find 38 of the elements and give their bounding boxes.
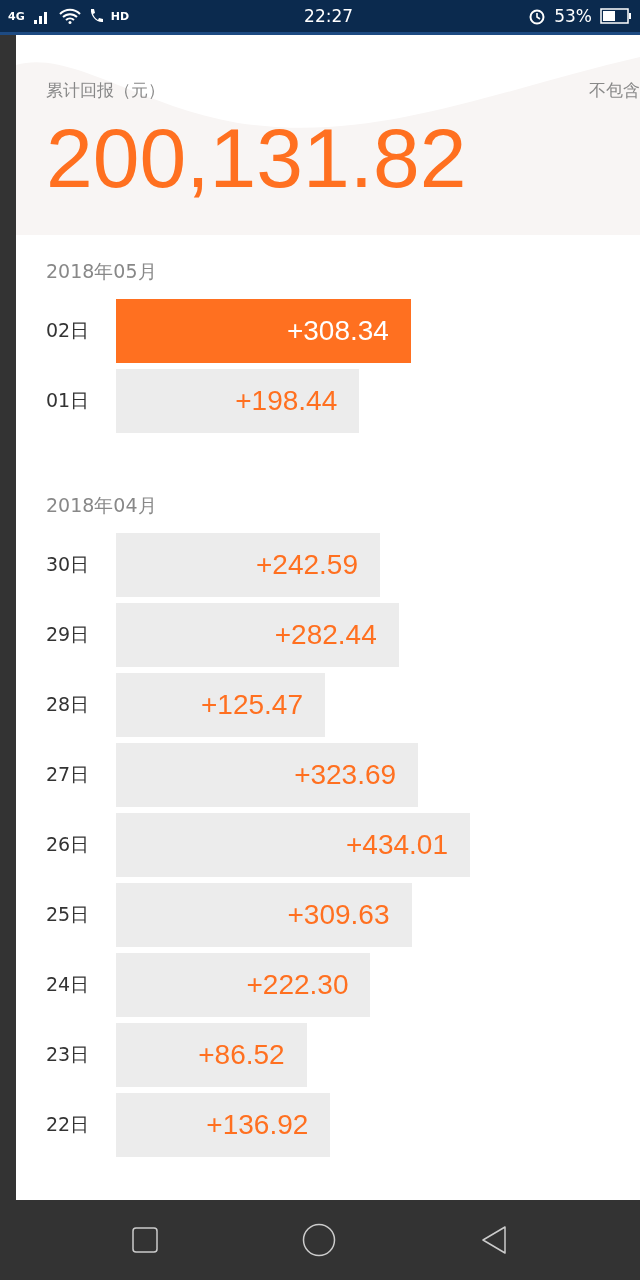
day-label: 29日 xyxy=(45,622,91,647)
month-heading: 2018年04月 xyxy=(45,493,158,518)
call-label: HD xyxy=(110,9,130,23)
total-amount: 200,131.82 xyxy=(46,116,468,200)
battery-icon xyxy=(600,8,632,24)
summary-note: 不包含 xyxy=(589,79,640,102)
recent-apps-button[interactable] xyxy=(132,1227,158,1253)
day-label: 27日 xyxy=(45,762,91,787)
day-label: 22日 xyxy=(45,1112,91,1137)
amount-bar[interactable]: +242.59 xyxy=(116,533,380,597)
amount-bar[interactable]: +86.52 xyxy=(116,1023,307,1087)
day-label: 26日 xyxy=(45,832,91,857)
amount-bar[interactable]: +125.47 xyxy=(116,673,325,737)
network-label: 4G xyxy=(8,9,25,23)
amount-bar[interactable]: +434.01 xyxy=(116,813,470,877)
alarm-icon xyxy=(528,7,547,25)
home-button[interactable] xyxy=(302,1223,336,1257)
amount-bar[interactable]: +136.92 xyxy=(116,1093,331,1157)
amount-bar[interactable]: +308.34 xyxy=(116,299,411,363)
day-label: 30日 xyxy=(45,552,91,577)
clock: 22:27 xyxy=(303,6,355,26)
phone-icon xyxy=(88,8,103,24)
day-label: 02日 xyxy=(45,318,91,343)
month-heading: 2018年05月 xyxy=(45,259,158,284)
day-label: 24日 xyxy=(45,972,91,997)
day-label: 25日 xyxy=(45,902,91,927)
back-button[interactable] xyxy=(480,1225,508,1255)
amount-bar[interactable]: +222.30 xyxy=(116,953,371,1017)
amount-bar[interactable]: +198.44 xyxy=(116,369,360,433)
amount-bar[interactable]: +323.69 xyxy=(116,743,419,807)
day-label: 01日 xyxy=(45,388,91,413)
wifi-icon xyxy=(58,8,81,24)
day-label: 28日 xyxy=(45,692,91,717)
battery-percent: 53% xyxy=(554,6,592,26)
day-label: 23日 xyxy=(45,1042,91,1067)
amount-bar[interactable]: +282.44 xyxy=(116,603,399,667)
amount-bar[interactable]: +309.63 xyxy=(116,883,412,947)
summary-label: 累计回报（元） xyxy=(46,79,165,102)
